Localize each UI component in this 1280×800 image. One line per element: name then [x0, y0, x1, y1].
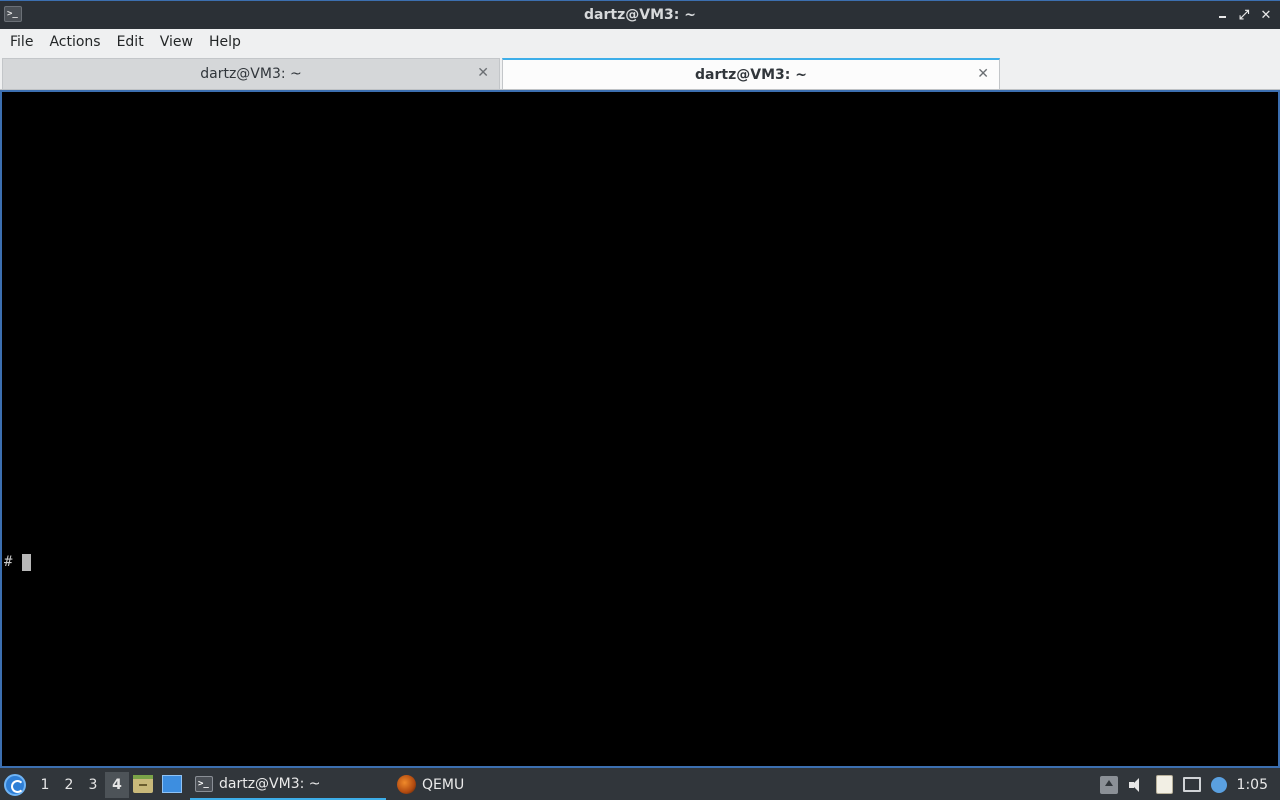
clock[interactable]: 1:05	[1237, 777, 1268, 793]
window-titlebar[interactable]: >_ dartz@VM3: ~ ⤢ ✕	[0, 0, 1280, 29]
minimize-button[interactable]	[1214, 7, 1230, 23]
text-cursor	[22, 553, 32, 571]
task-label: dartz@VM3: ~	[219, 775, 321, 792]
system-tray: 1:05	[1099, 768, 1280, 800]
task-label: QEMU	[422, 776, 465, 793]
tab-label: dartz@VM3: ~	[695, 66, 807, 83]
desktop-2[interactable]: 2	[57, 772, 81, 798]
menu-file[interactable]: File	[4, 29, 39, 56]
desktop-1[interactable]: 1	[33, 772, 57, 798]
window-title: dartz@VM3: ~	[584, 7, 696, 23]
menu-view[interactable]: View	[154, 29, 199, 56]
notification-icon[interactable]	[1210, 776, 1227, 793]
menu-help[interactable]: Help	[203, 29, 247, 56]
show-desktop-icon[interactable]	[162, 775, 182, 793]
maximize-icon: ⤢	[1238, 7, 1250, 23]
tab-1[interactable]: dartz@VM3: ~ ✕	[2, 58, 500, 89]
prompt-line: #	[4, 553, 32, 571]
close-button[interactable]: ✕	[1258, 7, 1274, 23]
tab-bar: dartz@VM3: ~ ✕ dartz@VM3: ~ ✕	[0, 56, 1280, 90]
eject-icon[interactable]	[1099, 775, 1118, 794]
clipboard-icon[interactable]	[1155, 775, 1173, 794]
tab-close-icon[interactable]: ✕	[977, 66, 989, 82]
task-qemu[interactable]: QEMU	[392, 769, 588, 800]
terminal-app-icon[interactable]: >_	[4, 6, 22, 22]
task-terminal[interactable]: >_ dartz@VM3: ~	[190, 769, 386, 800]
volume-icon[interactable]	[1128, 776, 1146, 794]
menu-actions[interactable]: Actions	[43, 29, 106, 56]
terminal-view[interactable]: #	[0, 90, 1280, 767]
desktop-switcher: 1 2 3 4	[33, 768, 129, 800]
close-icon: ✕	[1260, 7, 1272, 23]
start-menu-icon[interactable]	[4, 774, 26, 796]
minimize-icon	[1218, 15, 1226, 18]
qemu-icon	[397, 775, 416, 794]
network-icon[interactable]	[1182, 777, 1201, 792]
tab-label: dartz@VM3: ~	[200, 66, 302, 82]
maximize-button[interactable]: ⤢	[1236, 7, 1252, 23]
window-controls: ⤢ ✕	[1214, 1, 1274, 29]
file-manager-icon[interactable]	[133, 775, 153, 793]
menu-edit[interactable]: Edit	[111, 29, 150, 56]
terminal-icon: >_	[195, 775, 213, 792]
prompt-symbol: #	[4, 554, 13, 570]
taskbar: 1 2 3 4 >_ dartz@VM3: ~ QEMU 1:05	[0, 767, 1280, 800]
menu-bar: File Actions Edit View Help	[0, 29, 1280, 56]
tab-close-icon[interactable]: ✕	[477, 65, 489, 81]
desktop-4[interactable]: 4	[105, 771, 129, 798]
desktop-3[interactable]: 3	[81, 772, 105, 798]
tab-2[interactable]: dartz@VM3: ~ ✕	[502, 58, 1000, 89]
